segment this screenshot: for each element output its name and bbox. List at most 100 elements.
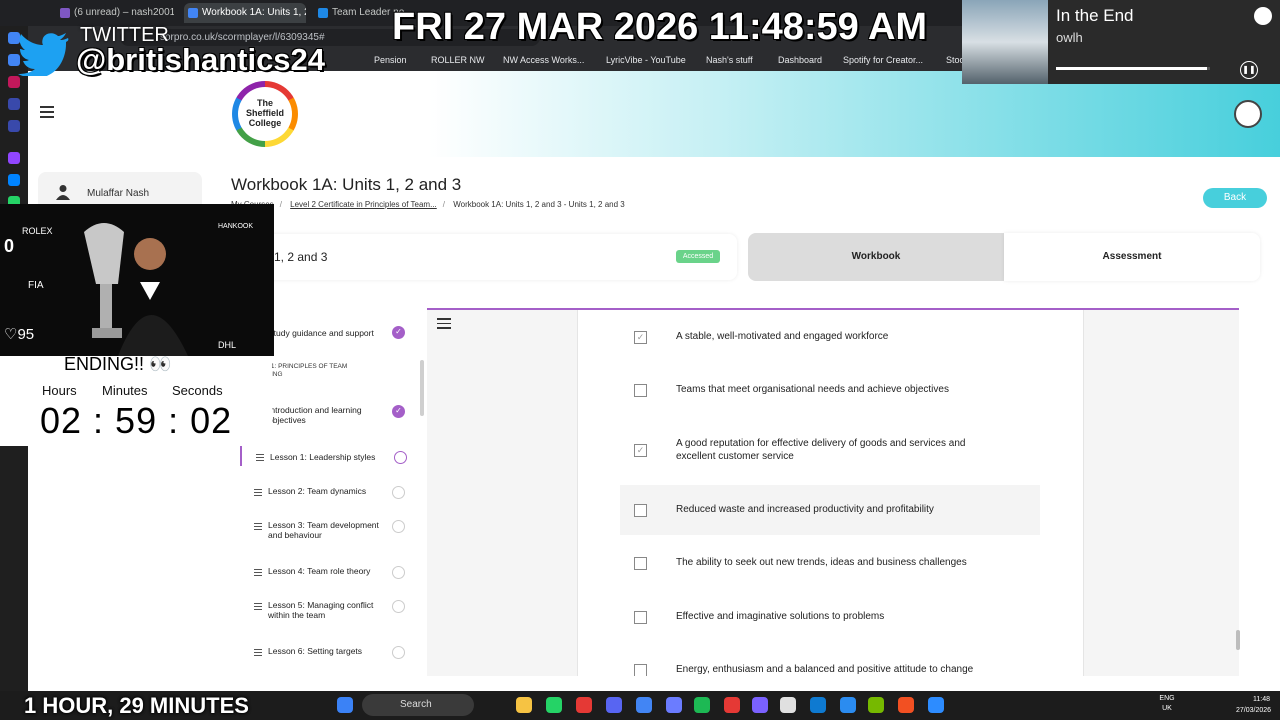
obs-icon[interactable] [576, 697, 592, 713]
messenger-icon[interactable] [8, 174, 20, 186]
trophy-photo: ROLEX FIA HANKOOK DHL [0, 204, 274, 356]
app-icon[interactable] [724, 697, 740, 713]
bookmark-nash[interactable]: Nash's stuff [706, 49, 753, 71]
lesson-icon [256, 454, 264, 463]
zoom-icon[interactable] [928, 697, 944, 713]
bookmark-spotify-creators[interactable]: Spotify for Creator... [843, 49, 923, 71]
overlay-counter: 0 [4, 236, 15, 256]
breadcrumb-separator: / [442, 200, 445, 209]
sidebar-app-icon[interactable] [8, 98, 20, 110]
progress-icon [394, 451, 407, 464]
breadcrumb-separator: / [279, 200, 282, 209]
twitter-handle: @britishantics24 [76, 42, 326, 77]
checkbox[interactable] [634, 664, 647, 676]
checkbox[interactable] [634, 504, 647, 517]
stream-duration-label: 1 HOUR, 29 MINUTES [24, 693, 249, 718]
app-icon[interactable] [840, 697, 856, 713]
pause-icon[interactable]: ❚❚ [1240, 61, 1258, 79]
frame-scrollbar[interactable] [1236, 630, 1240, 650]
lesson-scrollbar[interactable] [420, 360, 424, 416]
heart-icon: ♡ [4, 326, 18, 343]
status-circle-icon [392, 566, 405, 579]
svg-text:FIA: FIA [28, 280, 44, 291]
chrome-icon[interactable] [636, 697, 652, 713]
edge-icon[interactable] [810, 697, 826, 713]
ending-label: ENDING!! 👀 [64, 354, 172, 374]
bookmark-dashboard[interactable]: Dashboard [778, 49, 822, 71]
doc-icon [318, 8, 328, 18]
app-icon[interactable] [752, 697, 768, 713]
svg-text:ROLEX: ROLEX [22, 226, 53, 236]
checkbox-option[interactable]: Reduced waste and increased productivity… [620, 485, 1040, 535]
status-circle-icon [392, 600, 405, 613]
nvidia-icon[interactable] [868, 697, 884, 713]
checkbox-option[interactable]: Energy, enthusiasm and a balanced and po… [620, 645, 1040, 676]
browser-tab-inbox[interactable]: (6 unread) – nash2001@... [56, 3, 174, 23]
user-name: Mulaffar Nash [87, 188, 150, 199]
taskbar-clock[interactable]: 11:48 27/03/2026 [1236, 694, 1271, 716]
profile-icon[interactable] [1234, 100, 1262, 128]
lesson-icon [254, 489, 262, 498]
site-icon [188, 8, 198, 18]
checkbox-option[interactable]: The ability to seek out new trends, idea… [620, 538, 1040, 588]
app-icon[interactable] [666, 697, 682, 713]
college-logo-text: The Sheffield College [238, 87, 292, 141]
discord-icon[interactable] [606, 697, 622, 713]
spotify-icon [1254, 7, 1272, 25]
checkbox[interactable] [634, 384, 647, 397]
windows-start-icon[interactable] [337, 697, 353, 713]
hours-label: Hours [42, 383, 77, 398]
checkbox-option[interactable]: Teams that meet organisational needs and… [620, 365, 1040, 415]
status-circle-icon [392, 520, 405, 533]
browser-tab-notes[interactable]: Team Leader notes [314, 3, 404, 23]
spotify-icon[interactable] [694, 697, 710, 713]
page-title: Workbook 1A: Units 1, 2 and 3 [231, 175, 462, 194]
checkbox-option[interactable]: ✓ A good reputation for effective deliver… [620, 425, 1040, 475]
status-circle-icon [392, 646, 405, 659]
track-artist: owlh [1056, 30, 1083, 45]
checkbox[interactable] [634, 557, 647, 570]
menu-icon[interactable] [40, 106, 54, 120]
browser-tab-workbook[interactable]: Workbook 1A: Units 1, 2 ar [184, 3, 306, 23]
breadcrumb-course[interactable]: Level 2 Certificate in Principles of Tea… [290, 200, 437, 209]
checkbox-option[interactable]: Effective and imaginative solutions to p… [620, 592, 1040, 642]
bookmark-pension[interactable]: Pension [374, 49, 407, 71]
status-badge: Accessed [676, 250, 720, 263]
overlay-datetime: FRI 27 MAR 2026 11:48:59 AM [392, 6, 928, 48]
checkbox-option[interactable]: ✓ A stable, well-motivated and engaged wo… [620, 312, 1040, 362]
store-icon[interactable] [780, 697, 796, 713]
unit-name: 1, 2 and 3 [274, 250, 328, 264]
bookmark-nw-access[interactable]: NW Access Works... [503, 49, 584, 71]
seconds-label: Seconds [172, 383, 223, 398]
track-title: In the End [1056, 6, 1134, 25]
minutes-label: Minutes [102, 383, 148, 398]
breadcrumb-current: Workbook 1A: Units 1, 2 and 3 - Units 1,… [453, 200, 625, 209]
lesson-icon [254, 603, 262, 612]
checkbox[interactable]: ✓ [634, 331, 647, 344]
sidebar-app-icon[interactable] [8, 120, 20, 132]
checkbox[interactable]: ✓ [634, 444, 647, 457]
user-icon [56, 185, 70, 200]
webcam-photo: ROLEX FIA HANKOOK DHL [0, 204, 274, 356]
tab-assessment[interactable]: Assessment [1004, 233, 1260, 281]
menu-icon[interactable] [437, 318, 451, 332]
whatsapp-icon[interactable] [546, 697, 562, 713]
status-circle-icon [392, 486, 405, 499]
bookmark-lyricvibe[interactable]: LyricVibe - YouTube [606, 49, 686, 71]
app-icon[interactable] [898, 697, 914, 713]
twitch-icon[interactable] [8, 152, 20, 164]
bookmark-roller[interactable]: ROLLER NW [431, 49, 485, 71]
lesson-icon [254, 649, 262, 658]
tab-workbook[interactable]: Workbook [748, 233, 1004, 281]
taskbar-search[interactable]: Search [362, 694, 474, 716]
file-explorer-icon[interactable] [516, 697, 532, 713]
back-button[interactable]: Back [1203, 188, 1267, 208]
mail-icon [60, 8, 70, 18]
checkbox[interactable] [634, 611, 647, 624]
sidebar-app-icon[interactable] [8, 76, 20, 88]
svg-text:DHL: DHL [218, 340, 236, 350]
lesson-item-current[interactable]: Lesson 1: Leadership styles [240, 446, 418, 466]
unit-header[interactable]: UNIT 1: PRINCIPLES OF TEAM LEADING [254, 363, 374, 379]
language-indicator[interactable]: ENG UK [1158, 694, 1176, 714]
check-icon: ✓ [392, 405, 405, 418]
